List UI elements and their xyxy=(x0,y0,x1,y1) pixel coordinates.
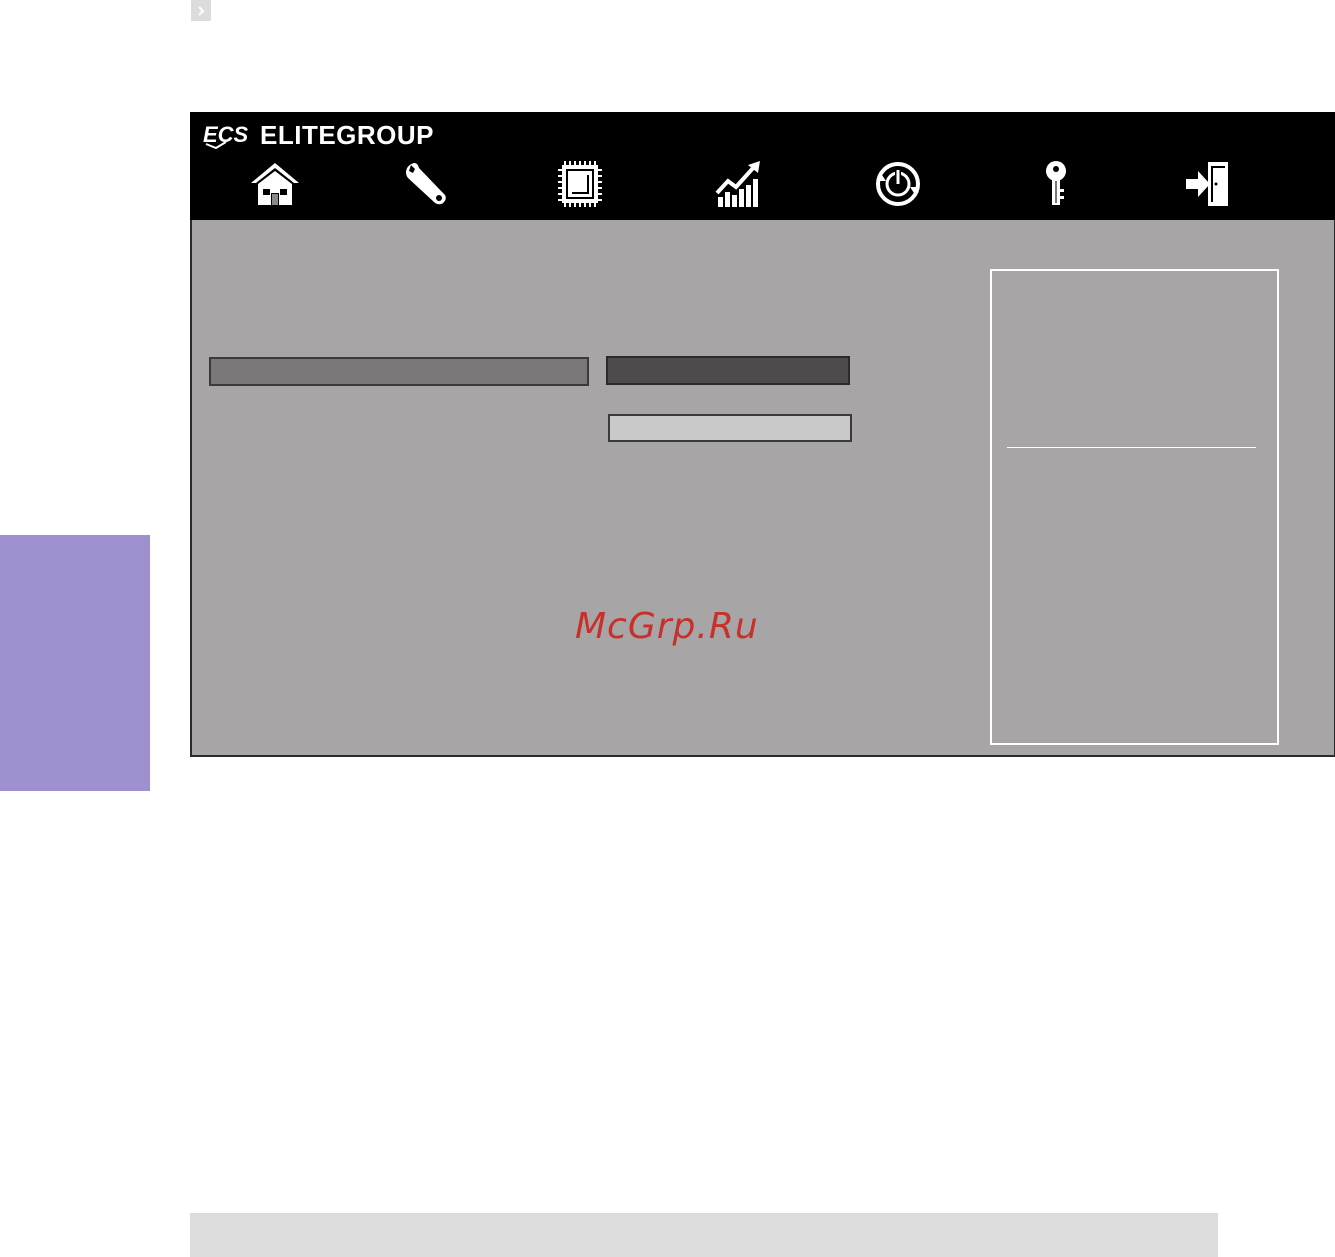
key-icon xyxy=(1046,161,1066,205)
ecs-logo-icon: ECS xyxy=(203,122,249,150)
power-icon xyxy=(876,162,920,206)
nav-advanced[interactable] xyxy=(398,158,454,210)
brand: ECS ELITEGROUP xyxy=(202,118,434,152)
footer-bar xyxy=(190,1213,1218,1257)
nav-exit[interactable] xyxy=(1180,158,1236,210)
nav-performance[interactable] xyxy=(712,158,768,210)
exit-icon xyxy=(1186,162,1228,206)
nav-power[interactable] xyxy=(870,158,926,210)
home-icon xyxy=(251,163,299,205)
setting-label-bar xyxy=(209,357,589,386)
chip-icon xyxy=(558,161,602,207)
bios-body xyxy=(190,220,1335,757)
help-panel xyxy=(990,269,1279,745)
bios-window: ECS ELITEGROUP xyxy=(190,112,1335,757)
chevron-right-icon xyxy=(198,5,205,16)
nav-chipset[interactable] xyxy=(552,158,608,210)
nav-main[interactable] xyxy=(247,158,303,210)
nav-security[interactable] xyxy=(1028,158,1084,210)
watermark-text: McGrp.Ru xyxy=(575,606,759,647)
breadcrumb-arrow xyxy=(191,0,211,21)
setting-option[interactable] xyxy=(608,414,852,442)
help-divider xyxy=(1007,447,1256,448)
performance-chart-icon xyxy=(715,161,760,207)
brand-name: ELITEGROUP xyxy=(260,119,435,150)
wrench-icon xyxy=(406,163,446,205)
chapter-side-tab xyxy=(0,535,150,791)
setting-value-selected[interactable] xyxy=(606,356,850,385)
bios-header: ECS ELITEGROUP xyxy=(190,112,1335,220)
